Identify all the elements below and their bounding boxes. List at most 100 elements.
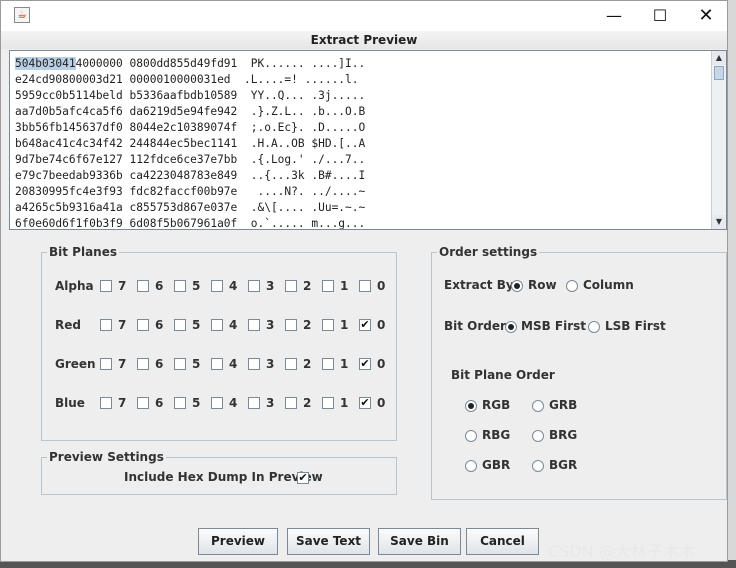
plane-label-red: Red	[55, 318, 81, 332]
minimize-button[interactable]: —	[591, 1, 637, 31]
lsb-first-label[interactable]: LSB First	[605, 319, 666, 333]
checkbox-box[interactable]	[322, 397, 334, 409]
checkbox-box[interactable]	[248, 280, 260, 292]
extract-by-column-label[interactable]: Column	[583, 278, 634, 292]
bit-label: 3	[266, 357, 275, 371]
plane-order-gbr-radio[interactable]	[465, 460, 477, 472]
checkbox-box[interactable]	[174, 280, 186, 292]
selection-highlight: 504b03041	[15, 57, 76, 70]
extract-by-row-label[interactable]: Row	[528, 278, 557, 292]
plane-label-blue: Blue	[55, 396, 85, 410]
checkbox-box[interactable]	[211, 280, 223, 292]
checkbox-box[interactable]	[137, 280, 149, 292]
plane-order-gbr-label[interactable]: GBR	[482, 458, 510, 472]
extract-by-label: Extract By	[444, 278, 514, 292]
plane-order-grb-radio[interactable]	[532, 400, 544, 412]
bit-label: 4	[229, 279, 238, 293]
save-text-button[interactable]: Save Text	[287, 528, 370, 555]
bit-label: 3	[266, 279, 275, 293]
checkbox-box[interactable]	[359, 280, 371, 292]
plane-order-bgr-label[interactable]: BGR	[549, 458, 577, 472]
checkbox-box[interactable]	[211, 319, 223, 331]
plane-order-rgb-radio[interactable]	[465, 400, 477, 412]
close-button[interactable]: ✕	[683, 1, 729, 31]
checkbox-box[interactable]	[322, 280, 334, 292]
bit-label: 7	[118, 357, 127, 371]
checkbox-box[interactable]	[248, 358, 260, 370]
plane-order-rbg-radio[interactable]	[465, 430, 477, 442]
bit-label: 5	[192, 357, 201, 371]
checkbox-box[interactable]: ✔	[359, 397, 371, 409]
checkbox-box[interactable]	[211, 358, 223, 370]
plane-order-brg-label[interactable]: BRG	[549, 428, 577, 442]
include-hex-dump-label: Include Hex Dump In Preview	[124, 470, 323, 484]
checkbox-box[interactable]	[137, 397, 149, 409]
checkbox-box[interactable]	[137, 319, 149, 331]
checkbox-box[interactable]	[285, 280, 297, 292]
bit-label: 7	[118, 279, 127, 293]
checkbox-box[interactable]	[322, 319, 334, 331]
checkbox-box[interactable]: ✔	[359, 358, 371, 370]
plane-label-green: Green	[55, 357, 96, 371]
scroll-up-icon[interactable]: ▲	[712, 51, 726, 65]
checkbox-box[interactable]	[285, 358, 297, 370]
plane-label-alpha: Alpha	[55, 279, 94, 293]
checkbox-box[interactable]	[100, 319, 112, 331]
bit-label: 3	[266, 318, 275, 332]
msb-first-label[interactable]: MSB First	[521, 319, 586, 333]
preview-line-rest: 4000000 0800dd855d49fd91 PK...... ....]I…	[75, 57, 366, 70]
checkbox-box[interactable]	[174, 319, 186, 331]
bit-label: 3	[266, 396, 275, 410]
bit-label: 2	[303, 279, 312, 293]
plane-order-rbg-label[interactable]: RBG	[482, 428, 510, 442]
plane-order-rgb-label[interactable]: RGB	[482, 398, 510, 412]
checkbox-box[interactable]	[174, 358, 186, 370]
bit-label: 0	[377, 357, 386, 371]
bit-label: 0	[377, 318, 386, 332]
msb-first-radio[interactable]	[505, 321, 517, 333]
checkbox-box[interactable]	[285, 397, 297, 409]
preview-scrollbar[interactable]: ▲ ▼	[711, 51, 726, 229]
preview-textarea[interactable]: 504b030414000000 0800dd855d49fd91 PK....…	[9, 50, 727, 230]
include-hex-dump-checkbox[interactable]: ✔	[297, 472, 309, 484]
bit-label: 7	[118, 318, 127, 332]
bit-label: 4	[229, 396, 238, 410]
bit-label: 4	[229, 318, 238, 332]
background-right	[728, 0, 736, 568]
bit-label: 6	[155, 318, 164, 332]
plane-order-grb-label[interactable]: GRB	[549, 398, 577, 412]
extract-by-row-radio[interactable]	[511, 280, 523, 292]
bit-label: 1	[340, 396, 349, 410]
checkbox-box[interactable]	[137, 358, 149, 370]
checkbox-box[interactable]	[248, 397, 260, 409]
maximize-button[interactable]: ☐	[637, 1, 683, 31]
cancel-button[interactable]: Cancel	[466, 528, 539, 555]
plane-order-bgr-radio[interactable]	[532, 460, 544, 472]
scroll-thumb[interactable]	[714, 66, 724, 80]
plane-order-brg-radio[interactable]	[532, 430, 544, 442]
lsb-first-radio[interactable]	[588, 321, 600, 333]
preview-line: 9d7be74c6f67e127 112fdce6ce37e7bb .{.Log…	[15, 153, 366, 166]
bit-label: 1	[340, 357, 349, 371]
checkbox-box[interactable]	[100, 397, 112, 409]
preview-button[interactable]: Preview	[198, 528, 278, 555]
preview-line: aa7d0b5afc4ca5f6 da6219d5e94fe942 .}.Z.L…	[15, 105, 366, 118]
bit-label: 2	[303, 318, 312, 332]
checkbox-box[interactable]	[248, 319, 260, 331]
checkbox-box[interactable]	[100, 358, 112, 370]
save-bin-button[interactable]: Save Bin	[378, 528, 461, 555]
checkbox-box[interactable]: ✔	[359, 319, 371, 331]
bit-label: 1	[340, 318, 349, 332]
checkbox-box[interactable]	[100, 280, 112, 292]
checkbox-box[interactable]	[322, 358, 334, 370]
preview-text[interactable]: 504b030414000000 0800dd855d49fd91 PK....…	[15, 56, 710, 229]
checkbox-box[interactable]	[285, 319, 297, 331]
extract-by-column-radio[interactable]	[566, 280, 578, 292]
checkbox-box[interactable]	[211, 397, 223, 409]
bit-plane-order-label: Bit Plane Order	[451, 368, 555, 382]
scroll-down-icon[interactable]: ▼	[712, 215, 726, 229]
preview-line: 504b030414000000 0800dd855d49fd91 PK....…	[15, 56, 710, 72]
preview-line: a4265c5b9316a41a c855753d867e037e .&\[..…	[15, 201, 366, 214]
bit-label: 7	[118, 396, 127, 410]
checkbox-box[interactable]	[174, 397, 186, 409]
